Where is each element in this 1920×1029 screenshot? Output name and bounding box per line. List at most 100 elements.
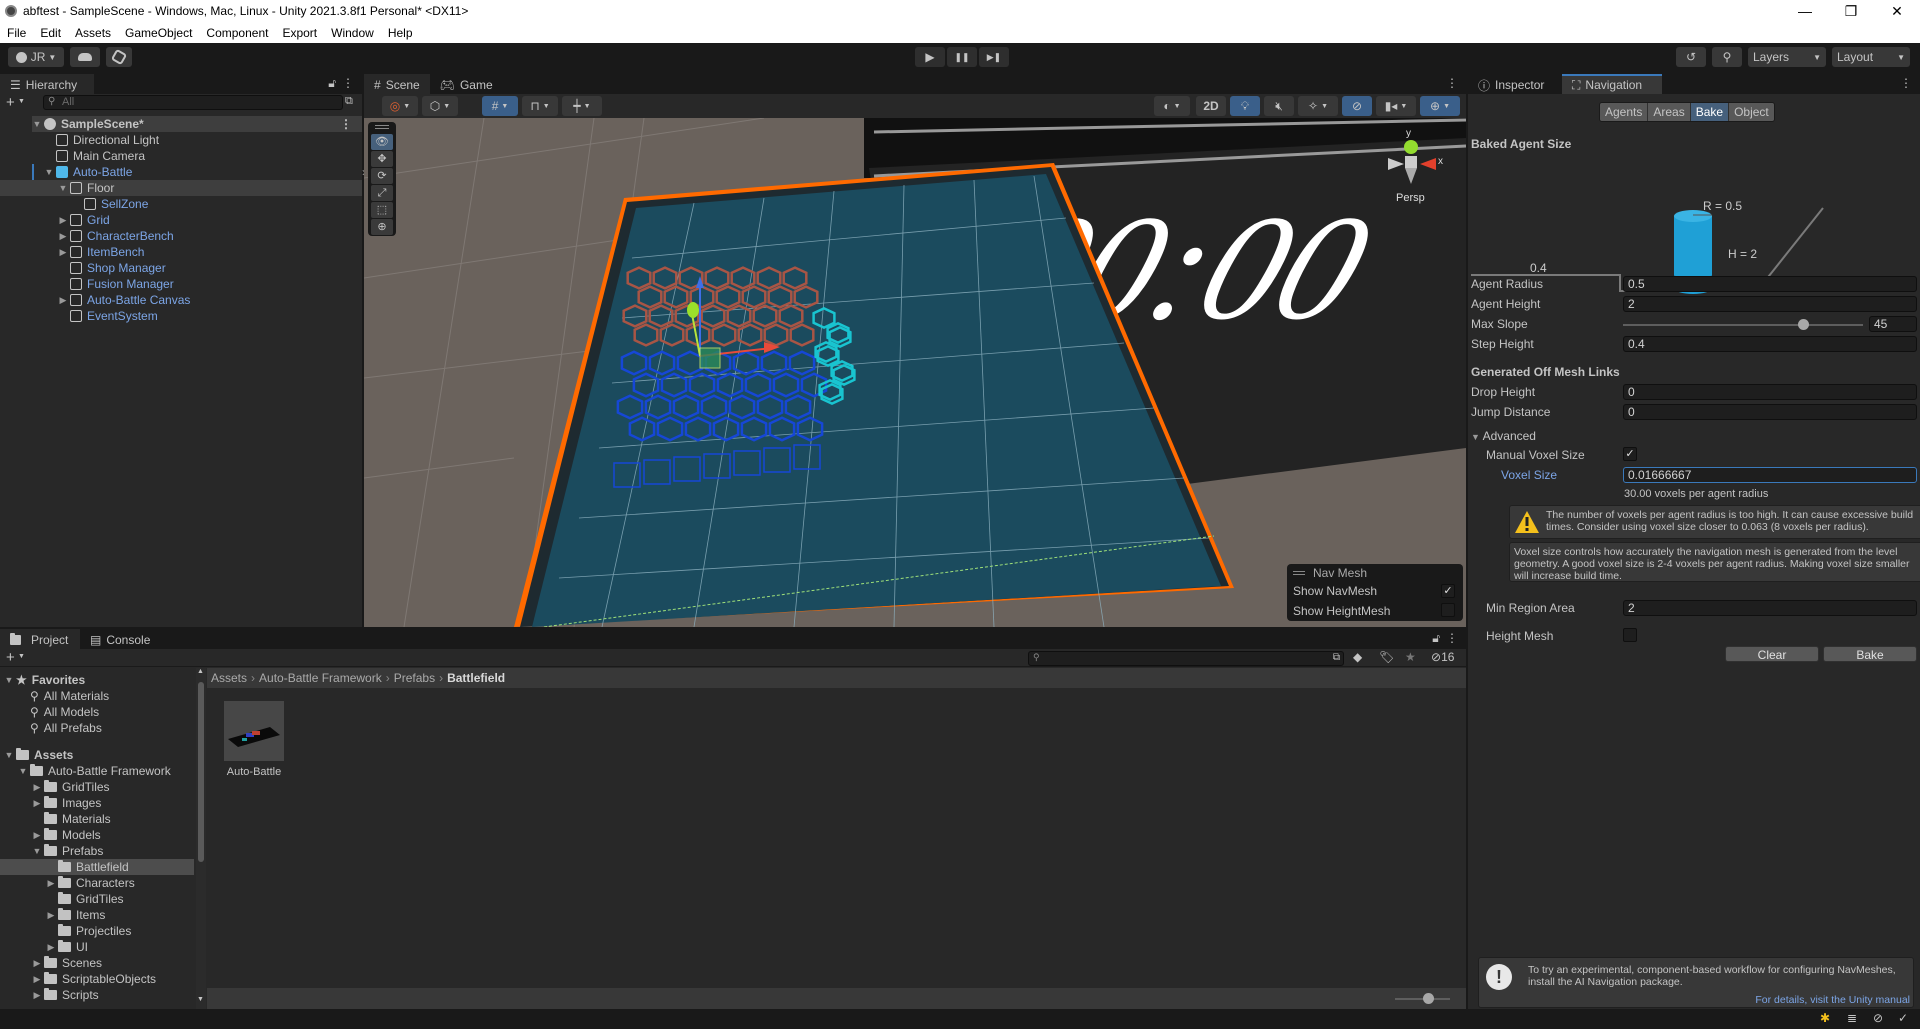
hierarchy-search-input[interactable]: ⚲ All <box>43 95 343 110</box>
view-tool-button[interactable]: 👁︎ <box>371 134 393 150</box>
chevron-down-icon[interactable]: ▼ <box>18 98 25 105</box>
nav-tab-object[interactable]: Object <box>1729 103 1774 121</box>
hierarchy-item[interactable]: ▼ Floor <box>0 180 362 196</box>
tab-game[interactable]: 🎮︎ Game <box>429 74 503 94</box>
menu-edit[interactable]: Edit <box>33 26 68 40</box>
check-circle-icon[interactable]: ✓ <box>1898 1011 1908 1025</box>
add-icon[interactable]: + <box>6 94 15 111</box>
project-folder-item[interactable]: ▶ Scenes <box>32 955 102 971</box>
clear-button[interactable]: Clear <box>1725 646 1819 662</box>
expand-arrow-icon[interactable]: ▼ <box>44 167 54 177</box>
persp-label[interactable]: Persp <box>1396 192 1425 204</box>
move-tool-button[interactable]: ✥ <box>371 151 393 167</box>
voxel-size-input[interactable]: 0.01666667 <box>1623 467 1917 483</box>
expand-arrow-icon[interactable]: ▼ <box>18 766 28 776</box>
gizmos-dropdown[interactable]: ⊕ ▼ <box>1420 96 1460 116</box>
max-slope-slider-track[interactable] <box>1623 324 1863 326</box>
unity-manual-link[interactable]: For details, visit the Unity manual <box>1755 994 1910 1006</box>
favorite-item[interactable]: ⚲ All Prefabs <box>30 720 102 736</box>
show-navmesh-checkbox[interactable]: ✓ <box>1441 584 1455 598</box>
filter-by-type-icon[interactable]: ◆ <box>1353 650 1362 664</box>
expand-arrow-icon[interactable]: ▶ <box>58 231 68 242</box>
expand-arrow-icon[interactable]: ▶ <box>32 974 42 985</box>
gizmo-neg-y-icon[interactable] <box>1405 168 1417 184</box>
hierarchy-item[interactable]: ▶ Auto-Battle Canvas <box>58 292 374 308</box>
assets-foldout[interactable]: ▼ Assets <box>4 747 73 763</box>
project-folder-item[interactable]: Projectiles <box>46 923 131 939</box>
expand-arrow-icon[interactable]: ▶ <box>46 942 56 953</box>
project-search-input[interactable]: ⚲ ⧉ <box>1028 651 1344 666</box>
menu-file[interactable]: File <box>0 26 33 40</box>
gizmo-neg-x-icon[interactable] <box>1388 158 1404 170</box>
hierarchy-item[interactable]: ▼Auto-Battle› <box>32 164 374 180</box>
increment-snap-dropdown[interactable]: ┿ ▼ <box>562 96 602 116</box>
hidden-objects-toggle[interactable]: ⊘ <box>1342 96 1372 116</box>
advanced-foldout[interactable]: ▼ Advanced <box>1471 429 1536 443</box>
snap-increment-dropdown[interactable]: ⊓ ▼ <box>522 96 558 116</box>
expand-arrow-icon[interactable]: ▼ <box>32 846 42 856</box>
more-options-icon[interactable]: ⋮ <box>1446 76 1458 90</box>
minimize-icon[interactable]: — <box>1782 0 1828 22</box>
step-button[interactable]: ▶❚ <box>979 47 1009 67</box>
more-options-icon[interactable]: ⋮ <box>1900 76 1912 90</box>
drag-handle-icon[interactable] <box>1293 571 1305 575</box>
asset-zoom-slider-thumb[interactable] <box>1423 993 1434 1004</box>
favorites-star-icon[interactable]: ★ <box>1405 650 1416 664</box>
hidden-packages-toggle[interactable]: ⊘16 <box>1431 650 1454 664</box>
tab-hierarchy[interactable]: ☰ Hierarchy <box>0 74 94 94</box>
menu-export[interactable]: Export <box>275 26 324 40</box>
pause-button[interactable]: ❚❚ <box>947 47 977 67</box>
bake-button[interactable]: Bake <box>1823 646 1917 662</box>
create-icon[interactable]: + <box>6 649 15 666</box>
expand-arrow-icon[interactable]: ▶ <box>58 247 68 258</box>
project-folder-item[interactable]: ▶ Characters <box>46 875 135 891</box>
restore-icon[interactable]: ❐ <box>1828 0 1874 22</box>
tab-inspector[interactable]: ⓘ Inspector <box>1468 74 1562 94</box>
expand-arrow-icon[interactable]: ▶ <box>46 878 56 889</box>
layout-dropdown[interactable]: Layout ▼ <box>1832 47 1910 67</box>
folder-tree-scrollbar[interactable]: ▲ ▼ <box>196 668 206 1009</box>
play-button[interactable]: ▶ <box>915 47 945 67</box>
expand-arrow-icon[interactable]: ▶ <box>46 910 56 921</box>
hierarchy-item[interactable]: Shop Manager <box>58 260 374 276</box>
layers-dropdown[interactable]: Layers ▼ <box>1748 47 1826 67</box>
project-folder-item[interactable]: ▶ ScriptableObjects <box>32 971 156 987</box>
gizmo-center-cube-icon[interactable] <box>1405 156 1417 168</box>
scroll-down-icon[interactable]: ▼ <box>197 996 204 1003</box>
project-folder-item[interactable]: Materials <box>32 811 111 827</box>
project-folder-item[interactable]: ▶ UI <box>46 939 88 955</box>
audio-toggle[interactable]: 🔇︎ <box>1264 96 1294 116</box>
gizmo-y-axis-icon[interactable] <box>1404 140 1418 154</box>
undo-history-button[interactable]: ↺ <box>1676 47 1706 67</box>
hierarchy-item[interactable]: ▶ CharacterBench <box>58 228 374 244</box>
tool-handle-rotation-dropdown[interactable]: ⬡ ▼ <box>422 96 458 116</box>
expand-arrow-icon[interactable]: ▶ <box>58 215 68 226</box>
project-folder-item[interactable]: ▶ Models <box>32 827 101 843</box>
scene-orientation-gizmo[interactable]: y x Persp <box>1374 128 1454 212</box>
tab-project[interactable]: Project <box>0 629 80 649</box>
tool-handle-position-dropdown[interactable]: ◎ ▼ <box>382 96 418 116</box>
scale-tool-button[interactable]: ⤢ <box>371 185 393 201</box>
nav-tab-bake[interactable]: Bake <box>1690 103 1730 121</box>
agent-height-input[interactable]: 2 <box>1623 296 1917 312</box>
menu-component[interactable]: Component <box>199 26 275 40</box>
menu-gameobject[interactable]: GameObject <box>118 26 199 40</box>
hierarchy-item[interactable]: ▶ Grid <box>58 212 374 228</box>
account-button[interactable]: JR ▼ <box>8 47 64 67</box>
hierarchy-item[interactable]: EventSystem <box>58 308 374 324</box>
drop-height-input[interactable]: 0 <box>1623 384 1917 400</box>
breadcrumb-item[interactable]: Prefabs <box>394 671 435 685</box>
lock-icon[interactable]: 🔓︎ <box>328 76 336 91</box>
more-options-icon[interactable]: ⋮ <box>1446 631 1458 645</box>
gizmo-x-axis-icon[interactable] <box>1420 158 1436 170</box>
transform-tool-button[interactable]: ⊕ <box>371 219 393 235</box>
menu-window[interactable]: Window <box>324 26 381 40</box>
expand-arrow-icon[interactable]: ▶ <box>58 295 68 306</box>
hierarchy-item[interactable]: SellZone <box>72 196 374 212</box>
project-folder-item[interactable]: ▶ Images <box>32 795 101 811</box>
lighting-toggle[interactable]: 💡︎ <box>1230 96 1260 116</box>
hierarchy-item[interactable]: Fusion Manager <box>58 276 374 292</box>
bug-warning-icon[interactable]: ✱ <box>1820 1011 1830 1025</box>
menu-help[interactable]: Help <box>381 26 420 40</box>
max-slope-slider-thumb[interactable] <box>1798 319 1809 330</box>
